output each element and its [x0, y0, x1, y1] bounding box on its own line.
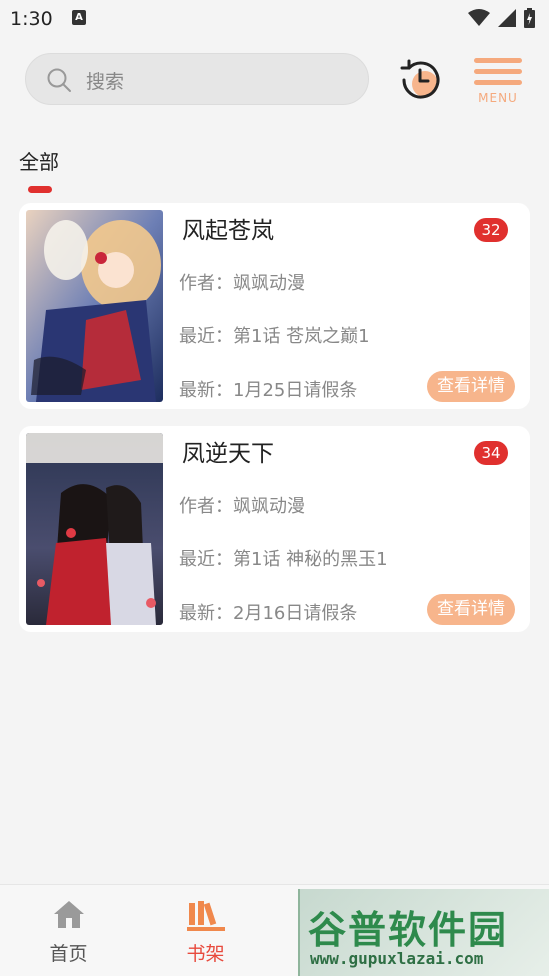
- signal-icon: [498, 9, 516, 27]
- history-icon: [400, 59, 440, 99]
- nav-label: 首页: [49, 943, 88, 965]
- menu-line: [474, 69, 522, 74]
- watermark-logo-text: 谷普软件园: [308, 908, 509, 952]
- book-author: 作者：飒飒动漫: [179, 496, 305, 517]
- wifi-icon: [468, 9, 490, 26]
- watermark: 谷普软件园 www.gupuxlazai.com: [298, 889, 549, 976]
- menu-label: MENU: [478, 91, 518, 105]
- notification-icon: A: [72, 10, 86, 25]
- status-time: 1:30: [10, 8, 53, 30]
- search-placeholder: 搜索: [86, 71, 125, 93]
- book-author: 作者：飒飒动漫: [179, 273, 305, 294]
- tab-all[interactable]: 全部: [19, 146, 59, 175]
- nav-item-home[interactable]: 首页: [0, 885, 137, 976]
- menu-line: [474, 58, 522, 63]
- update-count-badge: 34: [474, 441, 508, 465]
- book-recent-chapter: 最近：第1话 苍岚之巅1: [179, 326, 370, 347]
- cover-art-fengni: [26, 433, 163, 625]
- nav-item-bookshelf[interactable]: 书架: [137, 885, 274, 976]
- update-count-badge: 32: [474, 218, 508, 242]
- search-icon: [47, 68, 71, 92]
- view-details-button[interactable]: 查看详情: [427, 594, 515, 625]
- watermark-url: www.gupuxlazai.com: [310, 949, 484, 968]
- cover-art-fengqi: [26, 210, 163, 402]
- book-card[interactable]: 风起苍岚 32 作者：飒飒动漫 最近：第1话 苍岚之巅1 最新：1月25日请假条…: [19, 203, 530, 409]
- menu-line: [474, 80, 522, 85]
- history-button[interactable]: [396, 56, 444, 104]
- home-icon: [53, 901, 84, 928]
- book-cover[interactable]: [26, 210, 163, 402]
- menu-button[interactable]: MENU: [472, 58, 524, 106]
- book-latest-chapter: 最新：2月16日请假条: [179, 603, 358, 624]
- search-input[interactable]: 搜索: [25, 53, 369, 105]
- bookshelf-icon: [186, 901, 225, 931]
- book-cover[interactable]: [26, 433, 163, 625]
- nav-label: 书架: [186, 943, 225, 965]
- book-recent-chapter: 最近：第1话 神秘的黑玉1: [179, 549, 388, 570]
- book-title[interactable]: 风起苍岚: [182, 211, 274, 245]
- status-icons: [468, 8, 535, 28]
- view-details-button[interactable]: 查看详情: [427, 371, 515, 402]
- battery-icon: [524, 8, 535, 28]
- book-title[interactable]: 凤逆天下: [182, 434, 274, 468]
- tab-indicator: [28, 186, 52, 193]
- book-card[interactable]: 凤逆天下 34 作者：飒飒动漫 最近：第1话 神秘的黑玉1 最新：2月16日请假…: [19, 426, 530, 632]
- status-bar: 1:30 A: [0, 0, 549, 38]
- book-latest-chapter: 最新：1月25日请假条: [179, 380, 358, 401]
